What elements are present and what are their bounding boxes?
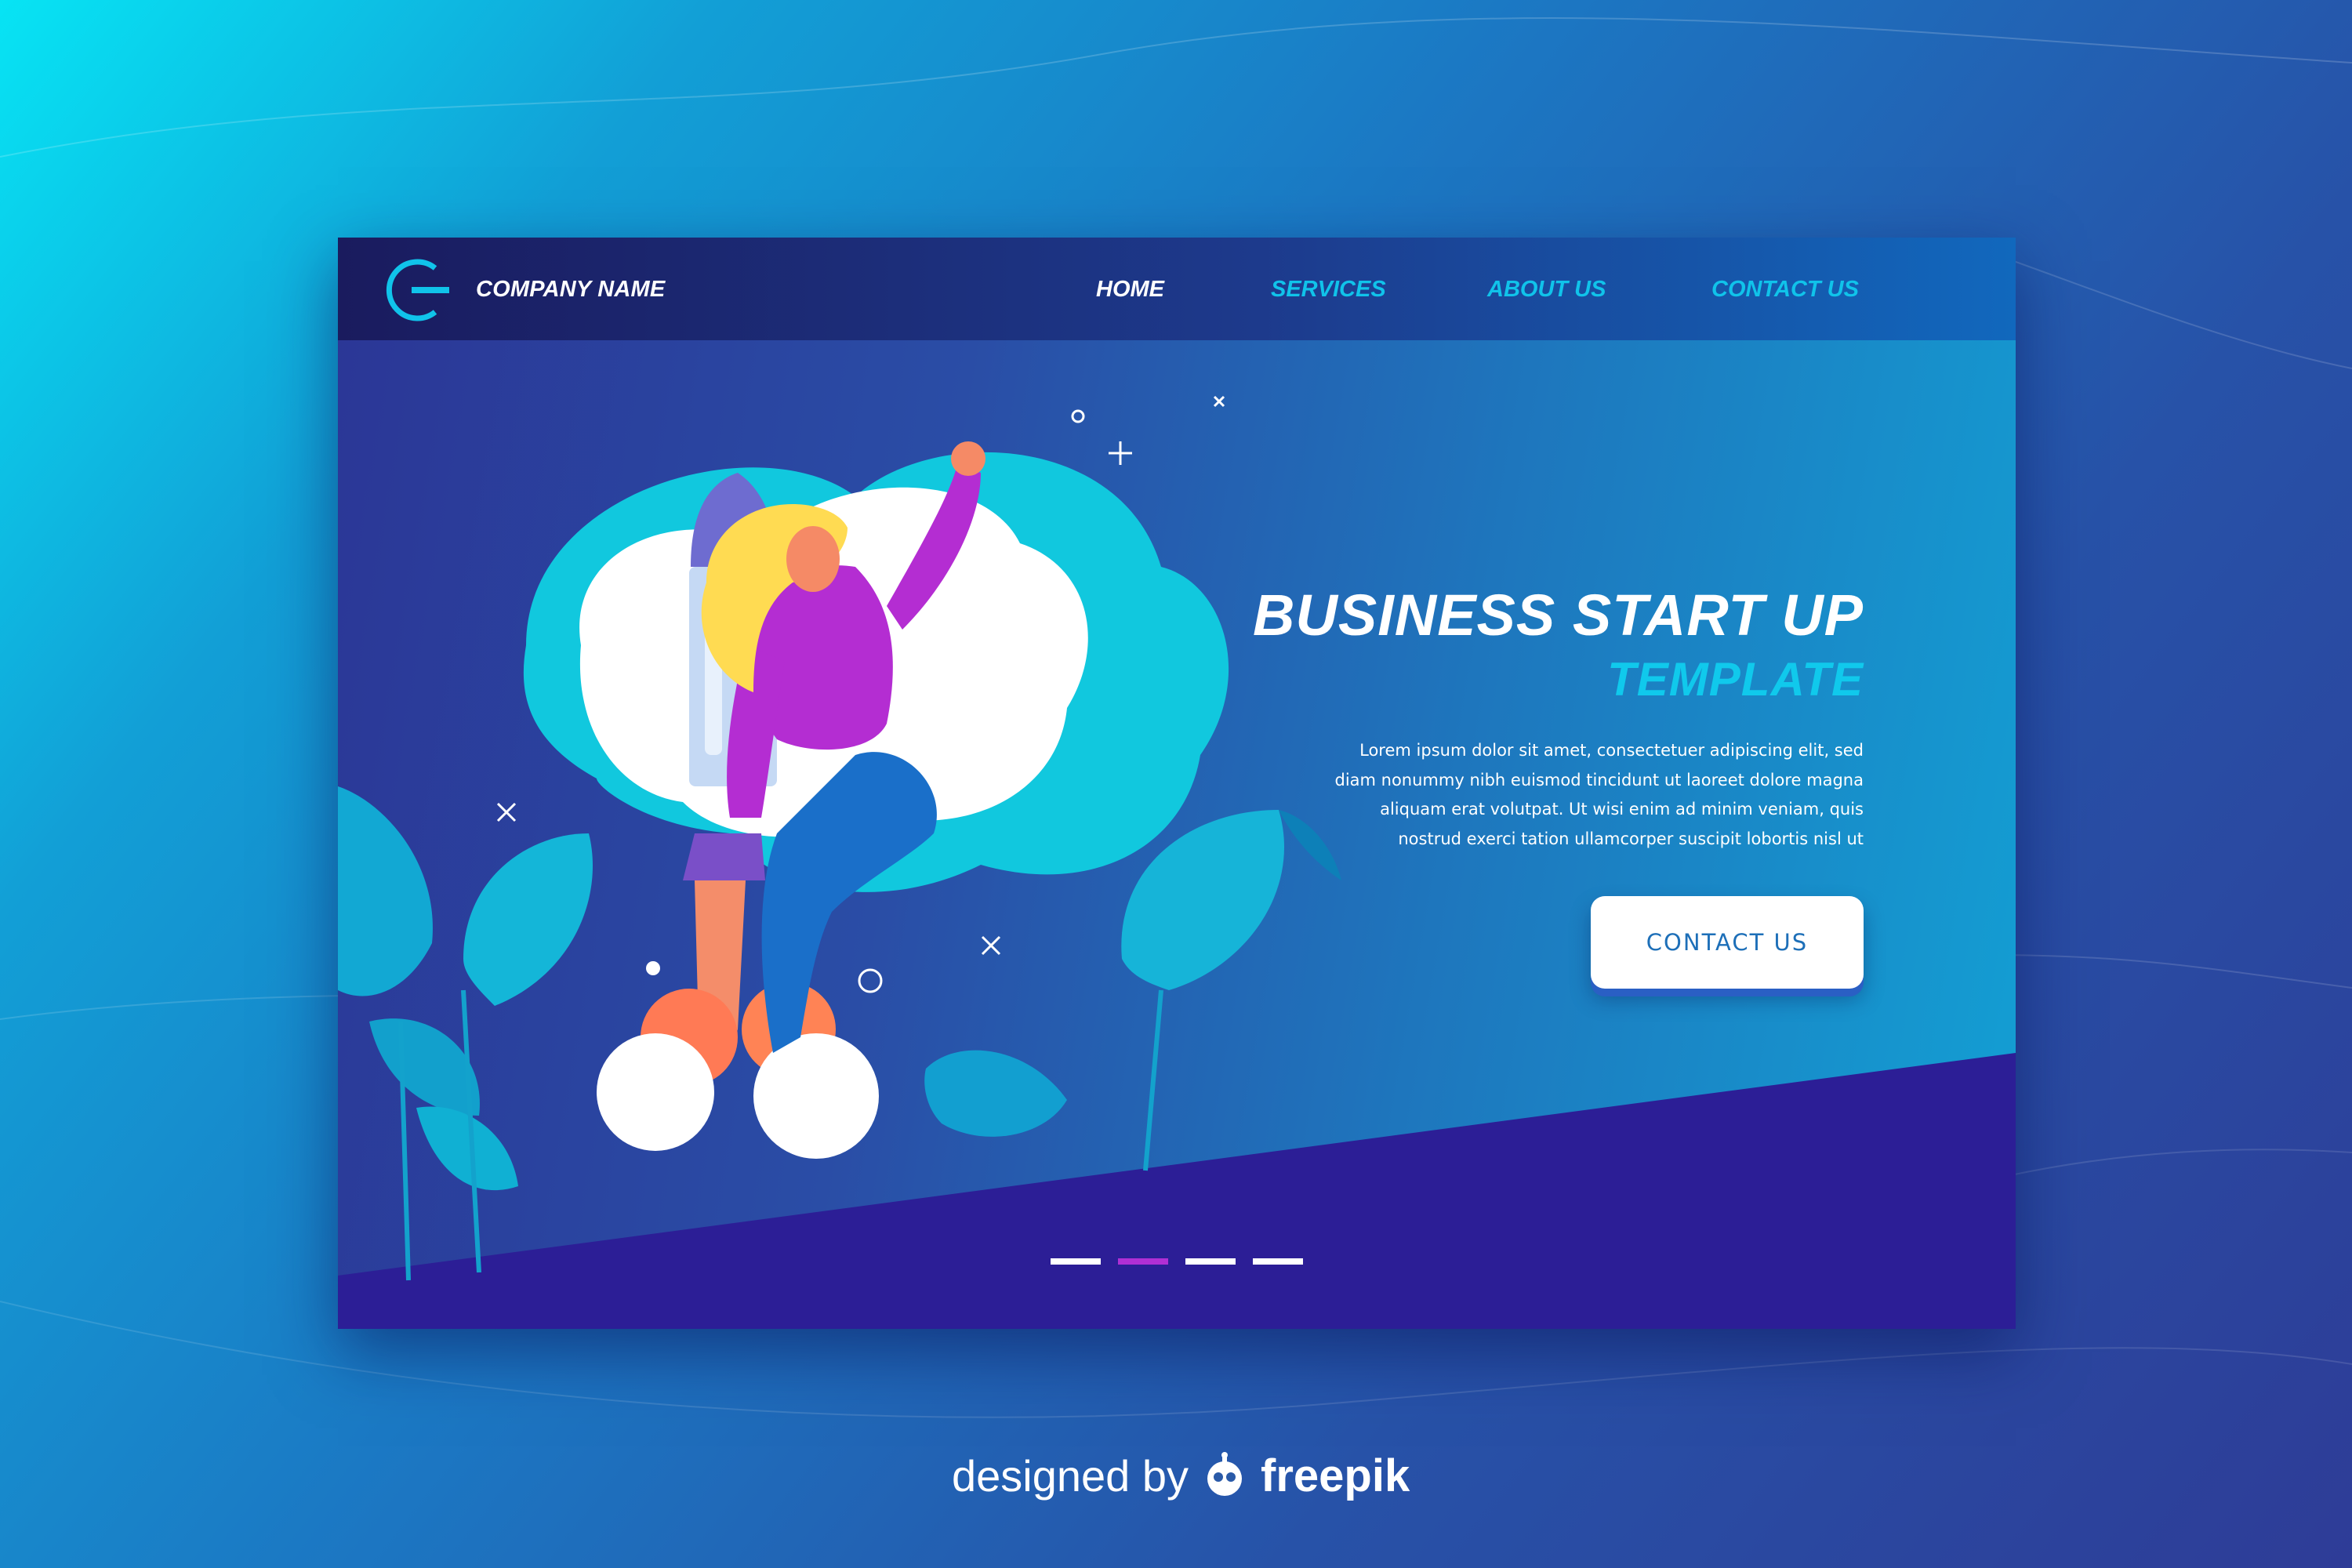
slider-indicator-1[interactable]	[1051, 1258, 1101, 1265]
contact-us-button[interactable]: CONTACT US	[1591, 896, 1864, 989]
slider-indicator-3[interactable]	[1185, 1258, 1236, 1265]
credit-brand: freepik	[1261, 1450, 1410, 1501]
slider-indicator-2[interactable]	[1118, 1258, 1168, 1265]
nav-contact-us-link[interactable]: CONTACT US	[1711, 272, 1859, 307]
hero-body-text: Lorem ipsum dolor sit amet, consectetuer…	[1334, 741, 1864, 848]
nav-home-link[interactable]: HOME	[1096, 272, 1164, 307]
company-logo-icon[interactable]	[385, 257, 451, 323]
hero-title: BUSINESS START UP	[1252, 583, 1864, 648]
hero-subtitle: TEMPLATE	[1607, 653, 1864, 706]
landing-page-card: COMPANY NAME HOME SERVICES ABOUT US CONT…	[338, 238, 2016, 1329]
navbar: COMPANY NAME HOME SERVICES ABOUT US CONT…	[338, 238, 2016, 340]
slider-indicator-4[interactable]	[1253, 1258, 1303, 1265]
nav-about-us-link[interactable]: ABOUT US	[1487, 272, 1606, 307]
freepik-robot-icon	[1207, 1452, 1243, 1496]
credit-prefix: designed by	[952, 1450, 1189, 1501]
nav-services-link[interactable]: SERVICES	[1271, 272, 1386, 307]
company-name[interactable]: COMPANY NAME	[476, 272, 665, 307]
attribution-footer: designed by freepik	[952, 1444, 1410, 1507]
